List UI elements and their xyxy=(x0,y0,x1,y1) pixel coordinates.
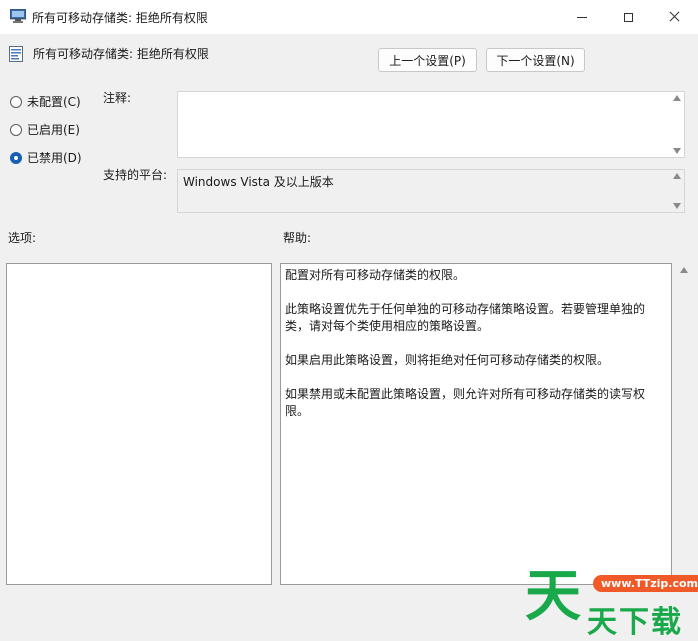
help-paragraph: 如果禁用或未配置此策略设置，则允许对所有可移动存储类的读写权限。 xyxy=(285,387,646,418)
platform-value: Windows Vista 及以上版本 xyxy=(183,175,334,189)
maximize-button[interactable] xyxy=(605,0,651,34)
help-paragraph: 如果启用此策略设置，则将拒绝对任何可移动存储类的权限。 xyxy=(285,353,610,367)
help-paragraph: 此策略设置优先于任何单独的可移动存储策略设置。若要管理单独的类，请对每个类使用相… xyxy=(285,302,646,333)
scroll-up-icon[interactable] xyxy=(673,95,681,101)
scroll-down-icon[interactable] xyxy=(673,148,681,154)
watermark-text: 天下载 xyxy=(587,605,683,640)
help-pane: 配置对所有可移动存储类的权限。 此策略设置优先于任何单独的可移动存储策略设置。若… xyxy=(280,263,672,585)
policy-window-icon xyxy=(10,9,26,23)
radio-not-configured[interactable]: 未配置(C) xyxy=(10,93,81,110)
window-title: 所有可移动存储类: 拒绝所有权限 xyxy=(32,11,208,25)
previous-setting-button[interactable]: 上一个设置(P) xyxy=(378,48,477,72)
radio-indicator xyxy=(10,95,22,108)
radio-indicator xyxy=(10,151,22,164)
radio-disabled[interactable]: 已禁用(D) xyxy=(10,149,82,166)
radio-label: 已禁用(D) xyxy=(27,151,82,165)
platform-field: Windows Vista 及以上版本 xyxy=(177,169,685,213)
help-label: 帮助: xyxy=(283,231,312,245)
options-pane xyxy=(6,263,272,585)
help-paragraph: 配置对所有可移动存储类的权限。 xyxy=(285,268,466,282)
watermark-url: www.TTzip.com xyxy=(593,575,698,592)
radio-label: 已启用(E) xyxy=(27,123,80,137)
radio-indicator xyxy=(10,123,22,136)
radio-enabled[interactable]: 已启用(E) xyxy=(10,121,80,138)
platform-label: 支持的平台: xyxy=(103,168,168,182)
policy-setting-icon xyxy=(9,46,23,62)
title-bar: 所有可移动存储类: 拒绝所有权限 xyxy=(0,0,698,34)
watermark-big-char: 天 xyxy=(525,564,581,629)
help-scrollbar[interactable] xyxy=(676,263,692,585)
platform-scrollbar[interactable] xyxy=(669,169,685,213)
next-setting-button[interactable]: 下一个设置(N) xyxy=(486,48,585,72)
comment-field[interactable] xyxy=(177,91,685,158)
minimize-button[interactable] xyxy=(559,0,605,34)
scroll-up-icon[interactable] xyxy=(680,267,688,273)
comment-scrollbar[interactable] xyxy=(669,91,685,158)
scroll-down-icon[interactable] xyxy=(673,203,681,209)
watermark-logo: 天 www.TTzip.com 天下载 xyxy=(525,564,698,640)
policy-name: 所有可移动存储类: 拒绝所有权限 xyxy=(33,47,209,61)
scroll-up-icon[interactable] xyxy=(673,173,681,179)
comment-label: 注释: xyxy=(103,91,132,105)
close-button[interactable] xyxy=(651,0,697,34)
options-label: 选项: xyxy=(8,231,37,245)
radio-label: 未配置(C) xyxy=(27,95,81,109)
